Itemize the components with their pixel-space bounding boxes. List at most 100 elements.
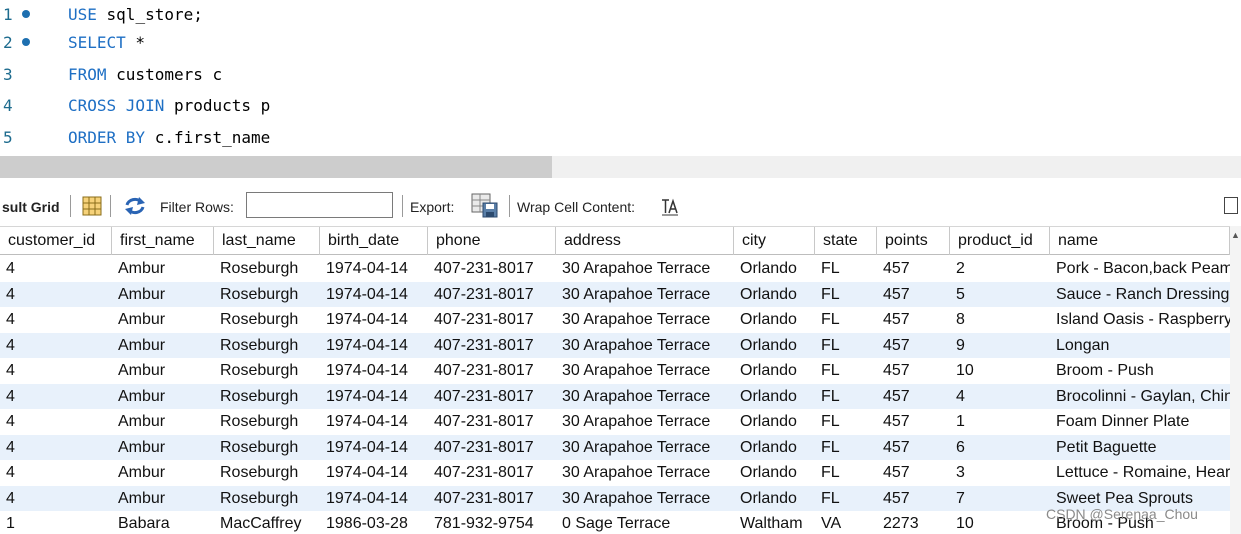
cell-birth-date[interactable]: 1986-03-28	[320, 511, 428, 534]
table-row[interactable]: 4 Ambur Roseburgh 1974-04-14 407-231-8017 30 …	[0, 409, 1230, 435]
cell-name[interactable]: Pork - Bacon,back Peam	[1050, 256, 1230, 281]
cell-phone[interactable]: 407-231-8017	[428, 486, 556, 511]
cell-customer-id[interactable]: 4	[0, 256, 112, 281]
cell-phone[interactable]: 407-231-8017	[428, 460, 556, 485]
cell-phone[interactable]: 407-231-8017	[428, 358, 556, 383]
cell-state[interactable]: FL	[815, 333, 877, 358]
cell-birth-date[interactable]: 1974-04-14	[320, 435, 428, 460]
cell-customer-id[interactable]: 4	[0, 307, 112, 332]
cell-customer-id[interactable]: 1	[0, 511, 112, 534]
cell-birth-date[interactable]: 1974-04-14	[320, 486, 428, 511]
table-row[interactable]: 4 Ambur Roseburgh 1974-04-14 407-231-8017 30 …	[0, 281, 1230, 307]
cell-name[interactable]: Foam Dinner Plate	[1050, 409, 1230, 434]
cell-last-name[interactable]: Roseburgh	[214, 384, 320, 409]
table-row[interactable]: 4 Ambur Roseburgh 1974-04-14 407-231-8017 30 …	[0, 434, 1230, 460]
cell-address[interactable]: 30 Arapahoe Terrace	[556, 358, 734, 383]
grid-vertical-scrollbar[interactable]: ▲	[1230, 226, 1241, 534]
cell-product-id[interactable]: 8	[950, 307, 1050, 332]
panel-toggle-icon[interactable]	[1224, 197, 1238, 214]
cell-points[interactable]: 457	[877, 384, 950, 409]
cell-last-name[interactable]: Roseburgh	[214, 409, 320, 434]
cell-state[interactable]: FL	[815, 358, 877, 383]
cell-address[interactable]: 30 Arapahoe Terrace	[556, 256, 734, 281]
cell-last-name[interactable]: Roseburgh	[214, 435, 320, 460]
cell-birth-date[interactable]: 1974-04-14	[320, 256, 428, 281]
cell-address[interactable]: 30 Arapahoe Terrace	[556, 435, 734, 460]
cell-product-id[interactable]: 9	[950, 333, 1050, 358]
cell-state[interactable]: FL	[815, 486, 877, 511]
cell-product-id[interactable]: 6	[950, 435, 1050, 460]
cell-first-name[interactable]: Ambur	[112, 435, 214, 460]
cell-product-id[interactable]: 3	[950, 460, 1050, 485]
cell-phone[interactable]: 407-231-8017	[428, 256, 556, 281]
cell-city[interactable]: Orlando	[734, 333, 815, 358]
column-header-state[interactable]: state	[815, 227, 877, 255]
refresh-icon[interactable]	[123, 196, 147, 216]
cell-first-name[interactable]: Ambur	[112, 409, 214, 434]
cell-first-name[interactable]: Ambur	[112, 486, 214, 511]
cell-last-name[interactable]: Roseburgh	[214, 486, 320, 511]
cell-points[interactable]: 457	[877, 358, 950, 383]
table-row[interactable]: 4 Ambur Roseburgh 1974-04-14 407-231-8017 30 …	[0, 256, 1230, 282]
cell-customer-id[interactable]: 4	[0, 384, 112, 409]
column-header-customer-id[interactable]: customer_id	[0, 227, 112, 255]
table-row[interactable]: 4 Ambur Roseburgh 1974-04-14 407-231-8017 30 …	[0, 358, 1230, 384]
cell-last-name[interactable]: Roseburgh	[214, 358, 320, 383]
cell-product-id[interactable]: 10	[950, 358, 1050, 383]
cell-phone[interactable]: 407-231-8017	[428, 384, 556, 409]
column-header-phone[interactable]: phone	[428, 227, 556, 255]
column-header-product-id[interactable]: product_id	[950, 227, 1050, 255]
cell-points[interactable]: 457	[877, 256, 950, 281]
cell-birth-date[interactable]: 1974-04-14	[320, 282, 428, 307]
cell-first-name[interactable]: Ambur	[112, 256, 214, 281]
column-header-name[interactable]: name	[1050, 227, 1230, 255]
cell-city[interactable]: Orlando	[734, 486, 815, 511]
cell-customer-id[interactable]: 4	[0, 409, 112, 434]
cell-state[interactable]: VA	[815, 511, 877, 534]
cell-birth-date[interactable]: 1974-04-14	[320, 460, 428, 485]
cell-state[interactable]: FL	[815, 409, 877, 434]
cell-name[interactable]: Broom - Push	[1050, 358, 1230, 383]
cell-state[interactable]: FL	[815, 282, 877, 307]
cell-city[interactable]: Orlando	[734, 256, 815, 281]
cell-address[interactable]: 30 Arapahoe Terrace	[556, 307, 734, 332]
cell-points[interactable]: 457	[877, 409, 950, 434]
code-line[interactable]: 2 SELECT *	[0, 28, 1241, 58]
result-grid[interactable]: customer_id first_name last_name birth_date…	[0, 226, 1230, 534]
cell-customer-id[interactable]: 4	[0, 282, 112, 307]
grid-view-icon[interactable]	[82, 196, 102, 216]
cell-first-name[interactable]: Ambur	[112, 384, 214, 409]
cell-name[interactable]: Sauce - Ranch Dressing	[1050, 282, 1230, 307]
cell-state[interactable]: FL	[815, 460, 877, 485]
column-header-birth-date[interactable]: birth_date	[320, 227, 428, 255]
code-line[interactable]: 5 ORDER BY c.first_name	[0, 123, 1241, 153]
cell-city[interactable]: Orlando	[734, 460, 815, 485]
cell-product-id[interactable]: 10	[950, 511, 1050, 534]
filter-rows-input[interactable]	[246, 192, 393, 218]
cell-name[interactable]: Longan	[1050, 333, 1230, 358]
cell-address[interactable]: 30 Arapahoe Terrace	[556, 460, 734, 485]
cell-address[interactable]: 0 Sage Terrace	[556, 511, 734, 534]
cell-last-name[interactable]: Roseburgh	[214, 256, 320, 281]
cell-customer-id[interactable]: 4	[0, 333, 112, 358]
cell-birth-date[interactable]: 1974-04-14	[320, 409, 428, 434]
cell-birth-date[interactable]: 1974-04-14	[320, 307, 428, 332]
cell-city[interactable]: Orlando	[734, 358, 815, 383]
cell-birth-date[interactable]: 1974-04-14	[320, 384, 428, 409]
cell-points[interactable]: 457	[877, 460, 950, 485]
cell-points[interactable]: 2273	[877, 511, 950, 534]
code-line[interactable]: 1 USE sql_store;	[0, 0, 1241, 30]
sql-editor[interactable]: 1 USE sql_store; 2 SELECT * 3 FROM customers …	[0, 0, 1241, 156]
cell-last-name[interactable]: MacCaffrey	[214, 511, 320, 534]
cell-points[interactable]: 457	[877, 333, 950, 358]
column-header-first-name[interactable]: first_name	[112, 227, 214, 255]
cell-product-id[interactable]: 1	[950, 409, 1050, 434]
cell-address[interactable]: 30 Arapahoe Terrace	[556, 384, 734, 409]
cell-city[interactable]: Orlando	[734, 282, 815, 307]
cell-points[interactable]: 457	[877, 282, 950, 307]
cell-name[interactable]: Petit Baguette	[1050, 435, 1230, 460]
table-row[interactable]: 4 Ambur Roseburgh 1974-04-14 407-231-8017 30 …	[0, 307, 1230, 333]
result-grid-tab-label[interactable]: sult Grid	[2, 186, 60, 226]
cell-product-id[interactable]: 2	[950, 256, 1050, 281]
cell-last-name[interactable]: Roseburgh	[214, 460, 320, 485]
